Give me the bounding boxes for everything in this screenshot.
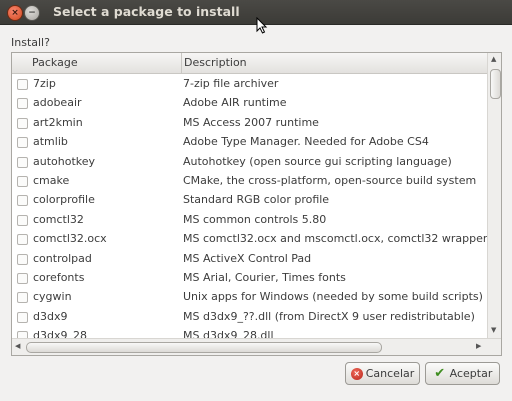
cancel-button-label: Cancelar [365,367,415,380]
package-description: 7-zip file archiver [183,77,279,90]
package-description: MS Access 2007 runtime [183,115,319,129]
column-header-description[interactable]: Description [182,53,489,73]
horizontal-scrollbar[interactable]: ◀ ▶ [12,338,501,355]
package-checkbox[interactable] [17,292,28,304]
package-checkbox[interactable] [17,117,28,129]
package-description: MS Arial, Courier, Times fonts [183,270,346,284]
package-description: Unix apps for Windows (needed by some bu… [183,290,483,304]
close-icon: × [11,8,19,18]
package-checkbox[interactable] [17,79,28,90]
package-name: adobeair [33,96,82,110]
column-header-package[interactable]: Package [12,53,182,73]
package-checkbox[interactable] [17,311,28,323]
table-row[interactable]: autohotkey Autohotkey (open source gui sc… [12,152,487,171]
package-name: comctl32 [33,212,84,226]
package-name: d3dx9_28 [33,329,87,338]
minimize-button[interactable]: − [24,5,40,21]
package-name: cygwin [33,290,72,304]
table-row[interactable]: colorprofile Standard RGB color profile [12,190,487,209]
package-list: Package Description 7zip 7-zip file archi… [11,52,502,356]
table-row[interactable]: cygwin Unix apps for Windows (needed by s… [12,287,487,306]
package-name: cmake [33,173,70,187]
table-row[interactable]: art2kmin MS Access 2007 runtime [12,113,487,132]
package-name: colorprofile [33,193,95,207]
package-checkbox[interactable] [17,137,28,149]
package-name: controlpad [33,251,92,265]
table-body: 7zip 7-zip file archiver adobeair Adobe AIR… [12,74,487,338]
package-description: MS ActiveX Control Pad [183,251,312,265]
table-row[interactable]: corefonts MS Arial, Courier, Times fonts [12,268,487,287]
package-description: Adobe AIR runtime [183,96,287,110]
package-checkbox[interactable] [17,98,28,110]
package-checkbox[interactable] [17,272,28,284]
scroll-left-icon[interactable]: ◀ [15,342,20,350]
scroll-down-icon[interactable]: ▼ [491,326,496,334]
vertical-scrollbar[interactable]: ▲ ▼ [487,53,501,338]
table-row[interactable]: comctl32 MS common controls 5.80 [12,210,487,229]
package-description: MS comctl32.ocx and mscomctl.ocx, comctl… [183,232,487,246]
table-row[interactable]: cmake CMake, the cross-platform, open-sou… [12,171,487,190]
horizontal-scroll-thumb[interactable] [26,342,382,353]
checkmark-icon: ✔ [434,366,446,381]
package-description: CMake, the cross-platform, open-source b… [183,173,477,187]
package-description: Adobe Type Manager. Needed for Adobe CS4 [183,135,429,149]
mouse-cursor-icon [256,17,268,34]
package-name: d3dx9 [33,309,68,323]
package-description: MS common controls 5.80 [183,212,327,226]
package-checkbox[interactable] [17,234,28,246]
scroll-up-icon[interactable]: ▲ [491,55,496,63]
package-checkbox[interactable] [17,253,28,265]
table-row[interactable]: adobeair Adobe AIR runtime [12,93,487,112]
package-name: art2kmin [33,115,83,129]
accept-button[interactable]: ✔ Aceptar [425,362,500,385]
table-row[interactable]: d3dx9 MS d3dx9_??.dll (from DirectX 9 use… [12,307,487,326]
package-name: atmlib [33,135,68,149]
package-name: 7zip [33,77,56,90]
package-checkbox[interactable] [17,331,28,338]
package-name: autohotkey [33,154,96,168]
close-button[interactable]: × [7,5,23,21]
package-name: comctl32.ocx [33,232,107,246]
table-row[interactable]: controlpad MS ActiveX Control Pad [12,249,487,268]
minimize-icon: − [28,8,36,18]
package-checkbox[interactable] [17,195,28,207]
package-description: MS d3dx9_28.dll [183,329,274,338]
install-prompt: Install? [11,36,50,49]
table-row[interactable]: comctl32.ocx MS comctl32.ocx and mscomctl… [12,229,487,248]
package-name: corefonts [33,270,85,284]
package-description: MS d3dx9_??.dll (from DirectX 9 user red… [183,309,475,323]
package-description: Autohotkey (open source gui scripting la… [183,154,452,168]
table-row[interactable]: atmlib Adobe Type Manager. Needed for Ado… [12,132,487,151]
vertical-scroll-thumb[interactable] [490,69,501,99]
cancel-button[interactable]: × Cancelar [345,362,420,385]
accept-button-label: Aceptar [449,367,493,380]
package-checkbox[interactable] [17,175,28,187]
window-title: Select a package to install [53,4,240,19]
table-header: Package Description [12,53,487,74]
package-checkbox[interactable] [17,156,28,168]
table-row[interactable]: d3dx9_28 MS d3dx9_28.dll [12,326,487,338]
package-checkbox[interactable] [17,214,28,226]
package-description: Standard RGB color profile [183,193,330,207]
cancel-icon: × [350,367,363,380]
dialog-window: × − Select a package to install Install?… [0,0,512,401]
table-row[interactable]: 7zip 7-zip file archiver [12,74,487,93]
scroll-right-icon[interactable]: ▶ [476,342,481,350]
